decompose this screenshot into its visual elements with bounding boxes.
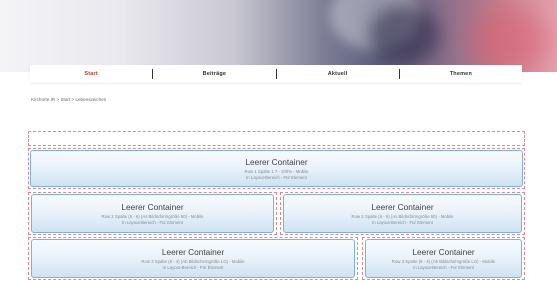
empty-container[interactable]: Leerer Container Row 3 Spalte (8 - 4) (A… [31,239,355,278]
container-hint: In Layout-Bereich - Für Element [122,219,183,225]
container-title: Leerer Container [412,246,475,257]
empty-container[interactable]: Leerer Container Row 1 Spalte 1 7 - 100%… [30,150,523,187]
container-title: Leerer Container [121,201,184,212]
nav-item-themen[interactable]: Themen [400,71,522,77]
hero-glow [470,10,550,70]
container-hint: In Layout-Bereich - Für Element [162,264,224,270]
empty-container[interactable]: Leerer Container Row 2 Spalte (6 - 6) (A… [283,194,522,233]
hero-shadow [370,5,440,65]
layout-area-empty[interactable] [28,131,525,146]
main-navigation: Start Beiträge Aktuell Themen [30,65,522,83]
container-hint: In Layout-Bereich - Für Element [413,264,474,270]
container-title: Leerer Container [161,246,225,257]
empty-container[interactable]: Leerer Container Row 3 Spalte (8 - 4) (A… [365,239,522,278]
container-title: Leerer Container [371,201,434,212]
container-title: Leerer Container [245,156,308,167]
hero-banner [0,0,557,72]
nav-item-aktuell[interactable]: Aktuell [277,71,399,77]
empty-container[interactable]: Leerer Container Row 2 Spalte (6 - 6) (A… [31,194,274,233]
container-hint: In Layout-Bereich - Für Element [372,219,433,225]
container-hint: In Layout-Bereich - Für Element [246,174,307,180]
breadcrumb[interactable]: Kirchorte.IR > Start > Lebenszeichen [31,97,106,102]
nav-item-beitraege[interactable]: Beiträge [153,71,275,77]
nav-item-start[interactable]: Start [30,71,152,77]
